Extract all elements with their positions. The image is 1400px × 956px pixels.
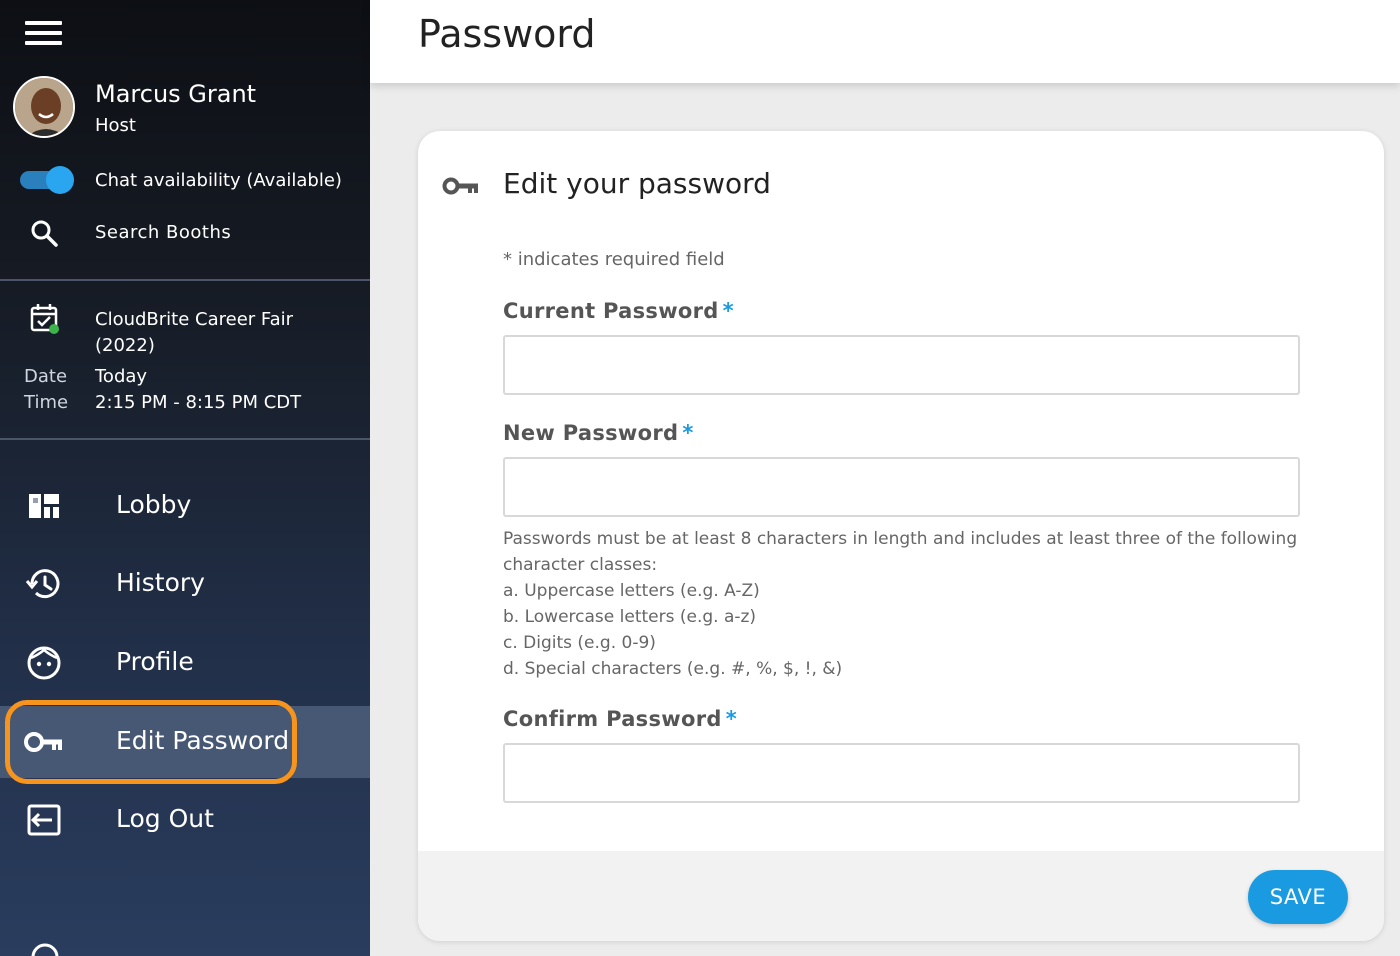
divider — [0, 438, 370, 440]
event-name: CloudBrite Career Fair (2022) — [95, 309, 294, 356]
dashboard-icon — [29, 494, 59, 518]
confirm-password-input[interactable] — [503, 743, 1300, 803]
chat-availability-label: Chat availability (Available) — [95, 170, 342, 191]
nav-item-profile[interactable]: Profile — [0, 627, 370, 699]
nav-label: History — [116, 568, 205, 597]
key-icon — [24, 732, 62, 752]
page-title: Password — [418, 12, 596, 56]
nav-label: Log Out — [116, 804, 214, 833]
nav-item-history[interactable]: History — [0, 548, 370, 620]
key-icon — [442, 177, 478, 195]
avatar — [13, 76, 75, 138]
password-requirements: Passwords must be at least 8 characters … — [503, 529, 1298, 679]
current-password-label: Current Password * — [503, 299, 734, 323]
header-bar: Password — [370, 0, 1400, 83]
new-password-input[interactable] — [503, 457, 1300, 517]
user-name: Marcus Grant — [95, 80, 257, 108]
nav-label: Edit Password — [116, 726, 290, 755]
nav-label: Lobby — [116, 490, 192, 519]
confirm-password-label: Confirm Password * — [503, 707, 737, 731]
save-button[interactable]: SAVE — [1248, 870, 1348, 924]
divider — [0, 279, 370, 281]
required-field-note: * indicates required field — [503, 249, 725, 270]
time-label: Time — [24, 392, 69, 413]
nav-item-edit-password[interactable]: Edit Password — [0, 706, 370, 778]
search-booths-link[interactable]: Search Booths — [95, 222, 231, 243]
event-date: Today — [95, 366, 148, 387]
nav-item-lobby[interactable]: Lobby — [0, 470, 370, 542]
nav-item-log-out[interactable]: Log Out — [0, 784, 370, 856]
edit-password-card: Edit your password * indicates required … — [418, 131, 1384, 941]
face-icon — [27, 646, 61, 680]
nav-label: Profile — [116, 647, 194, 676]
chat-availability-toggle[interactable] — [20, 166, 74, 194]
event-time: 2:15 PM - 8:15 PM CDT — [95, 392, 302, 413]
sidebar: Marcus Grant Host Chat availability (Ava… — [0, 0, 370, 956]
help-icon[interactable] — [28, 940, 62, 956]
user-role: Host — [95, 115, 136, 136]
date-label: Date — [24, 366, 68, 387]
search-icon[interactable] — [30, 219, 58, 247]
card-title: Edit your password — [503, 167, 771, 200]
new-password-label: New Password * — [503, 421, 694, 445]
logout-icon — [27, 804, 61, 836]
history-icon — [25, 569, 60, 599]
menu-icon[interactable] — [25, 21, 62, 47]
card-footer: SAVE — [418, 851, 1384, 941]
calendar-check-icon — [30, 304, 59, 334]
current-password-input[interactable] — [503, 335, 1300, 395]
